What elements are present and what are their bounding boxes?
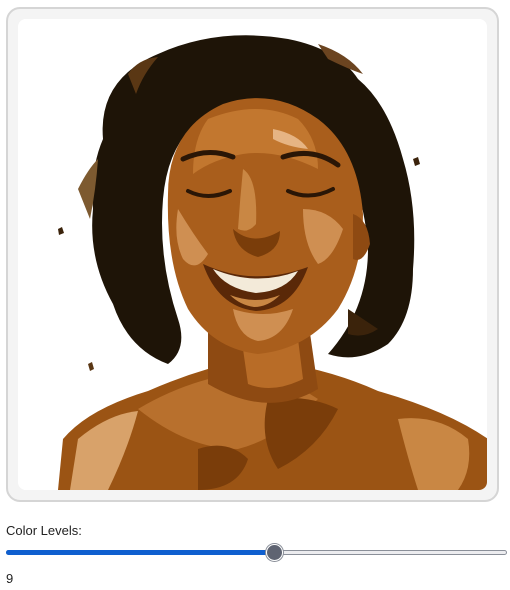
image-canvas [18,19,487,490]
posterized-portrait-image [18,19,487,490]
slider-fill [6,550,275,555]
color-levels-value: 9 [6,571,14,586]
image-frame [6,7,499,502]
color-levels-slider[interactable] [6,543,507,563]
slider-thumb[interactable] [266,544,283,561]
color-levels-label: Color Levels: [6,523,82,538]
